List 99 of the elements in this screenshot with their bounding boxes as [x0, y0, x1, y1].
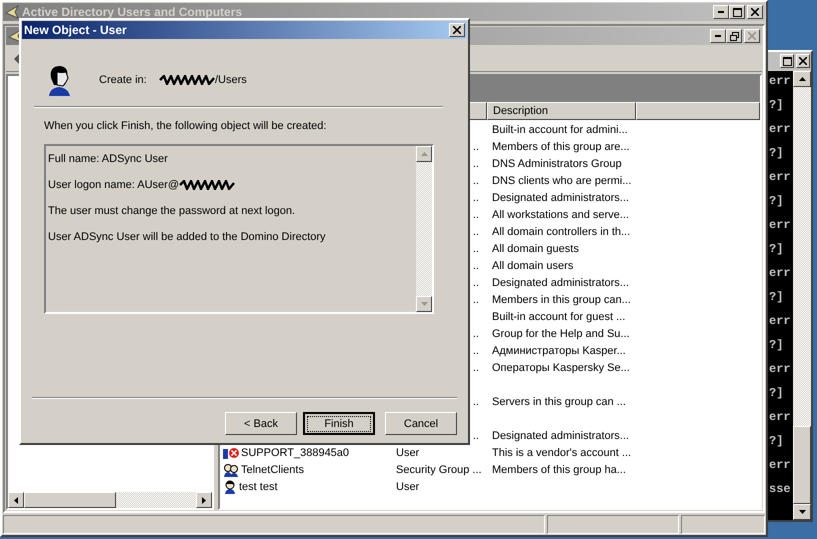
table-cell: .. — [472, 192, 479, 204]
table-cell: .. — [472, 328, 479, 340]
dialog-button[interactable]: < Back — [225, 412, 297, 435]
group-icon — [223, 462, 239, 476]
console-text: err — [768, 314, 792, 330]
dialog-button[interactable]: Cancel — [385, 412, 457, 435]
table-cell: .. — [472, 294, 479, 306]
table-cell: Designated administrators... — [492, 430, 629, 442]
table-cell: .. — [472, 174, 479, 186]
table-cell: Group for the Help and Su... — [492, 328, 630, 340]
intro-text: When you click Finish, the following object will be created: — [44, 120, 328, 132]
table-cell: DNS clients who are permi... — [492, 174, 632, 186]
table-cell: This is a vendor's account ... — [492, 446, 632, 458]
table-cell: Security Group ... — [396, 464, 482, 476]
column-header[interactable] — [636, 102, 760, 120]
close-icon — [751, 8, 759, 16]
console-text: err — [768, 170, 792, 186]
summary-line: User ADSync User will be added to the Domino Directory — [48, 231, 326, 243]
maximize-button[interactable] — [780, 54, 794, 68]
close-button[interactable] — [449, 23, 465, 37]
console-text: ?] — [768, 386, 784, 402]
summary-line: Full name: ADSync User — [48, 153, 168, 165]
table-cell: .. — [472, 344, 479, 356]
console-text: err — [768, 410, 792, 426]
summary-line: User logon name: AUser@ — [48, 179, 180, 191]
up-arrow-icon — [798, 77, 806, 81]
scrollbar[interactable] — [8, 492, 212, 508]
table-cell: Built-in account for admini... — [492, 124, 628, 136]
summary-line: The user must change the password at next logon. — [48, 205, 296, 217]
down-arrow-icon — [798, 510, 806, 514]
left-arrow-icon — [14, 496, 18, 504]
create-in-label: Create in: — [99, 74, 148, 86]
table-cell: All workstations and serve... — [492, 208, 629, 220]
table-cell: .. — [472, 158, 479, 170]
down-arrow-icon — [420, 302, 428, 306]
column-header[interactable]: Description — [487, 102, 636, 120]
table-cell: .. — [472, 226, 479, 238]
scroll-thumb[interactable] — [793, 426, 811, 504]
maximize-icon — [732, 8, 742, 16]
minimize-icon — [718, 11, 724, 13]
table-cell: .. — [472, 430, 479, 442]
table-cell: User — [396, 446, 420, 458]
table-cell: SUPPORT_388945a0 — [241, 446, 350, 458]
console-text: err — [768, 458, 792, 474]
table-cell: DNS Administrators Group — [492, 158, 622, 170]
table-cell: All domain controllers in th... — [492, 226, 630, 238]
user-icon — [48, 64, 72, 96]
table-cell: Servers in this group can ... — [492, 396, 626, 408]
table-cell: Designated administrators... — [492, 276, 629, 288]
right-arrow-icon — [202, 496, 206, 504]
dialog-button[interactable]: Finish — [303, 412, 375, 435]
dialog-title: New Object - User — [24, 23, 127, 37]
table-cell: Администраторы Kasper... — [492, 344, 626, 356]
console-text: ?] — [768, 146, 784, 162]
table-cell: .. — [472, 276, 479, 288]
console-text: ?] — [768, 242, 784, 258]
table-cell: User — [396, 480, 420, 492]
table-cell: Designated administrators... — [492, 192, 629, 204]
table-cell: .. — [472, 208, 479, 220]
close-icon — [453, 26, 461, 34]
console-text: err — [768, 74, 792, 90]
close-icon — [748, 32, 756, 40]
maximize-icon — [782, 56, 792, 66]
console-text: err — [768, 218, 792, 234]
table-cell: .. — [472, 242, 479, 254]
console-text: err — [768, 122, 792, 138]
table-cell: All domain users — [492, 260, 574, 272]
console-text: err — [768, 362, 792, 378]
table-cell: test test — [239, 480, 278, 492]
create-in-value: /Users — [215, 74, 247, 86]
console-text: sse — [768, 482, 792, 498]
minimize-icon — [715, 35, 721, 37]
close-button[interactable] — [796, 54, 810, 68]
scrollbar[interactable] — [416, 146, 432, 312]
console-text: err — [768, 266, 792, 282]
table-cell: .. — [472, 140, 479, 152]
close-icon — [799, 57, 807, 65]
up-arrow-icon — [420, 152, 428, 156]
scrollbar[interactable] — [793, 71, 811, 520]
table-cell: .. — [472, 362, 479, 374]
console-text: ?] — [768, 290, 784, 306]
table-cell: TelnetClients — [241, 464, 304, 476]
user-icon — [223, 480, 237, 494]
restore-icon — [730, 32, 738, 40]
table-cell: .. — [472, 396, 479, 408]
disabled-user-icon — [223, 446, 239, 458]
console-icon — [5, 5, 19, 19]
console-text: ?] — [768, 338, 784, 354]
table-cell: Members in this group can... — [492, 294, 631, 306]
console-text: ?] — [768, 98, 784, 114]
console-text: ?] — [768, 194, 784, 210]
table-cell: Members of this group ha... — [492, 464, 626, 476]
table-cell: Built-in account for guest ... — [492, 310, 626, 322]
table-cell: .. — [472, 260, 479, 272]
table-cell: Members of this group are... — [492, 140, 630, 152]
window-title: Active Directory Users and Computers — [22, 5, 242, 19]
table-cell: Операторы Kaspersky Se... — [492, 362, 630, 374]
table-cell: All domain guests — [492, 242, 579, 254]
console-text: ?] — [768, 434, 784, 450]
